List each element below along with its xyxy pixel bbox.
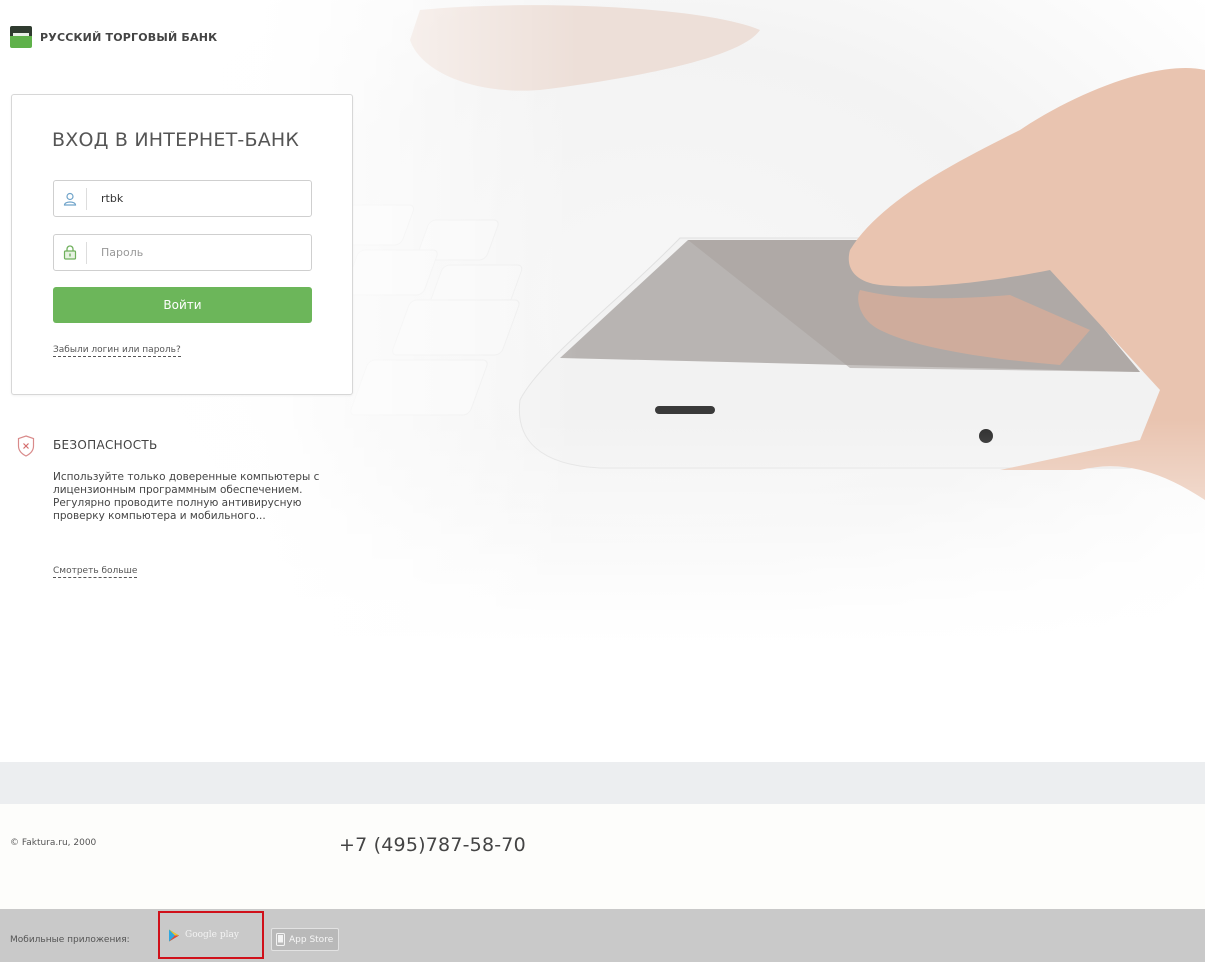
login-card: ВХОД В ИНТЕРНЕТ-БАНК Войти Забыли логин … <box>11 94 353 395</box>
forgot-password-link[interactable]: Забыли логин или пароль? <box>53 345 181 357</box>
password-input[interactable] <box>99 245 303 260</box>
login-field[interactable] <box>53 180 312 217</box>
bank-logo-icon <box>10 26 32 48</box>
google-play-icon <box>169 929 179 941</box>
security-more-link[interactable]: Смотреть больше <box>53 566 138 578</box>
password-field[interactable] <box>53 234 312 271</box>
login-input[interactable] <box>99 191 303 206</box>
footer-contacts <box>0 804 1205 909</box>
phone-number[interactable]: +7 (495)787-58-70 <box>339 834 526 856</box>
user-icon <box>54 187 87 210</box>
footer-band <box>0 762 1205 804</box>
copyright-text: © Faktura.ru, 2000 <box>10 838 97 848</box>
login-title: ВХОД В ИНТЕРНЕТ-БАНК <box>52 129 300 151</box>
bank-name: РУССКИЙ ТОРГОВЫЙ БАНК <box>40 30 218 44</box>
mobile-apps-label: Мобильные приложения: <box>10 935 130 945</box>
login-button[interactable]: Войти <box>53 287 312 323</box>
phone-icon <box>276 933 285 946</box>
app-store-button[interactable]: App Store <box>271 928 339 951</box>
shield-icon <box>17 435 35 461</box>
lock-icon <box>54 241 87 264</box>
bank-logo[interactable]: РУССКИЙ ТОРГОВЫЙ БАНК <box>10 26 217 48</box>
google-play-button[interactable]: Google play <box>158 911 264 959</box>
google-play-label: Google play <box>185 930 239 940</box>
security-text: Используйте только доверенные компьютеры… <box>53 471 320 522</box>
app-store-label: App Store <box>289 934 334 945</box>
security-title: БЕЗОПАСНОСТЬ <box>53 438 158 452</box>
